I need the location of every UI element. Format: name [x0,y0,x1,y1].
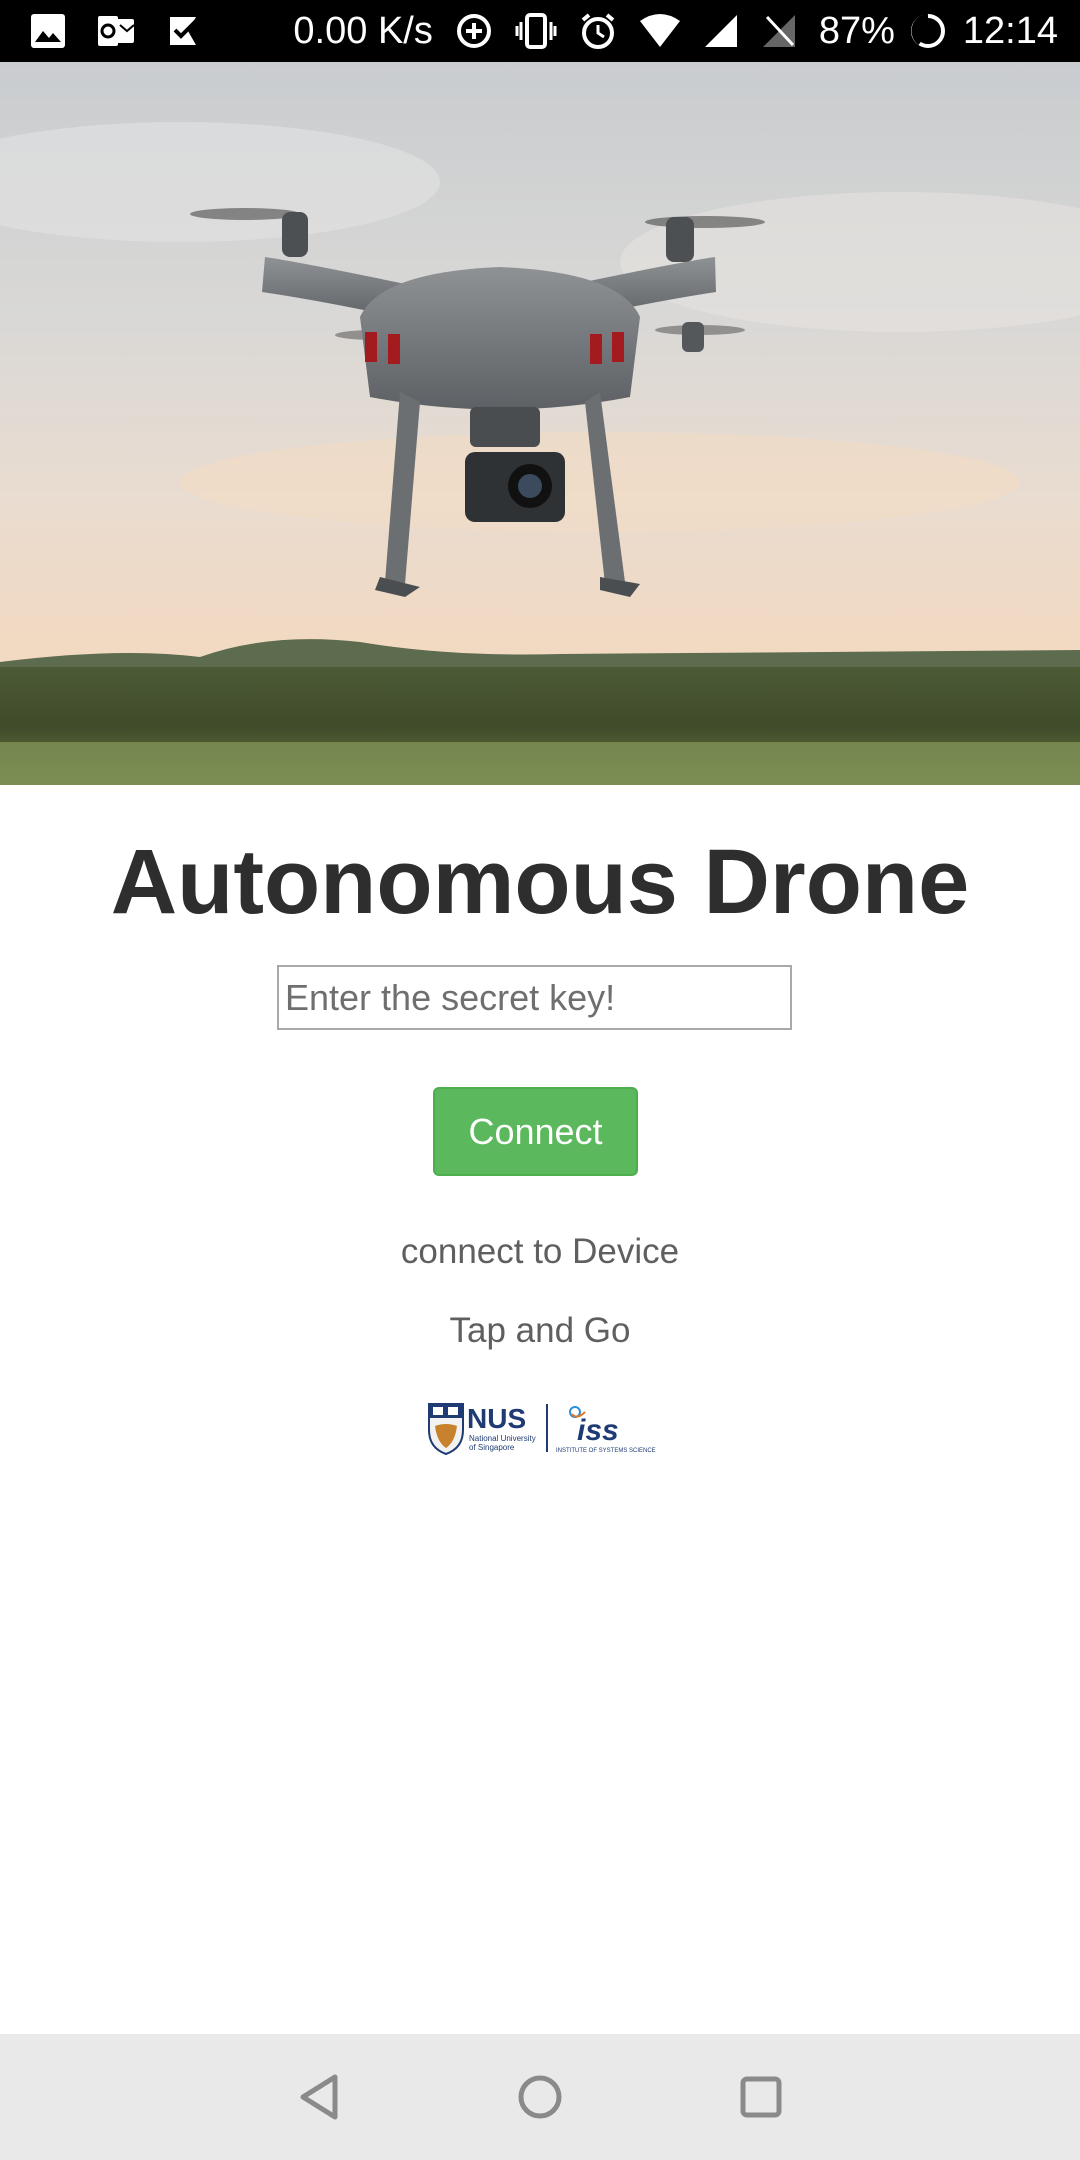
system-icons: 0.00 K/s 87% 12:14 [293,10,1058,53]
back-icon[interactable] [289,2067,349,2127]
svg-text:National University: National University [469,1434,536,1443]
notification-icons [30,11,204,51]
page-title: Autonomous Drone [110,831,970,933]
clock: 12:14 [962,9,1058,52]
secret-key-input[interactable] [277,965,792,1030]
home-icon[interactable] [510,2067,570,2127]
connection-status-text: connect to Device [400,1232,680,1271]
nus-iss-logo: NUS National University of Singapore iss… [425,1400,660,1458]
outlook-icon [96,11,136,51]
svg-text:of Singapore: of Singapore [469,1443,515,1452]
alarm-icon [579,11,617,51]
connect-button[interactable]: Connect [433,1087,638,1176]
svg-text:NUS: NUS [467,1403,526,1434]
vibrate-icon [515,11,557,51]
gallery-icon [30,11,66,51]
battery-icon [909,11,947,51]
net-speed: 0.00 K/s [293,9,433,52]
recents-icon[interactable] [731,2067,791,2127]
check-app-icon [166,11,204,51]
tap-and-go-text: Tap and Go [449,1311,631,1350]
data-saver-icon [455,11,493,51]
svg-text:INSTITUTE OF SYSTEMS SCIENCE: INSTITUTE OF SYSTEMS SCIENCE [556,1448,656,1454]
navigation-bar [0,2034,1080,2160]
battery-percent: 87% [818,9,895,52]
svg-text:iss: iss [577,1414,619,1447]
no-sim-icon [761,11,797,51]
status-bar: 0.00 K/s 87% 12:14 [0,0,1080,62]
wifi-icon [639,11,681,51]
signal-icon [703,11,739,51]
drone-hero-image [0,62,1080,785]
